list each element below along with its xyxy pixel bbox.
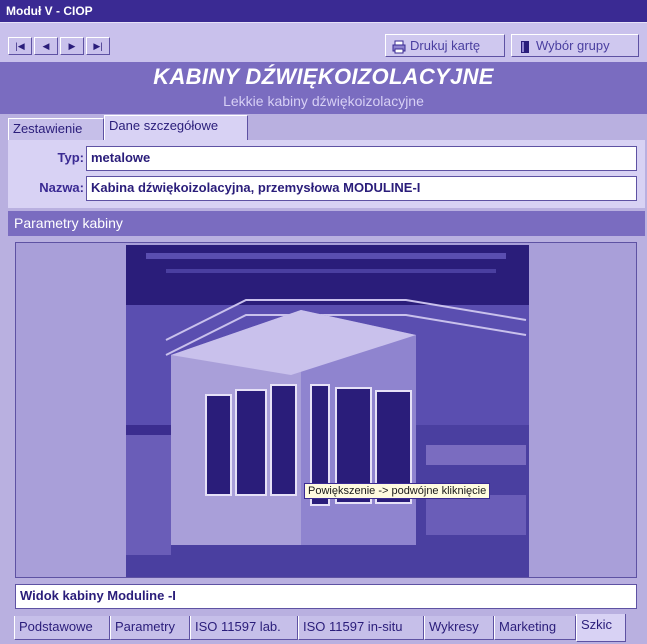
header-band: KABINY DŹWIĘKOIZOLACYJNE Lekkie kabiny d… bbox=[0, 62, 647, 114]
app-window: Moduł V - CIOP |◀ ◀ ▶ ▶| Drukuj kartę Wy… bbox=[0, 0, 647, 644]
section-header: Parametry kabiny bbox=[8, 211, 645, 236]
print-card-label: Drukuj kartę bbox=[410, 38, 481, 53]
toolbar: |◀ ◀ ▶ ▶| Drukuj kartę Wybór grupy bbox=[0, 22, 647, 62]
tab-iso-lab[interactable]: ISO 11597 lab. bbox=[190, 616, 298, 640]
bottom-tab-bar: Podstawowe Parametry ISO 11597 lab. ISO … bbox=[0, 614, 647, 644]
first-record-button[interactable]: |◀ bbox=[8, 37, 32, 55]
group-select-button[interactable]: Wybór grupy bbox=[511, 34, 639, 57]
cabin-photo[interactable] bbox=[126, 245, 529, 577]
image-caption: Widok kabiny Moduline -I bbox=[15, 584, 637, 609]
group-select-label: Wybór grupy bbox=[536, 38, 610, 53]
last-record-button[interactable]: ▶| bbox=[86, 37, 110, 55]
top-tab-bar: Zestawienie Dane szczegółowe bbox=[0, 114, 647, 140]
tab-dane-szczegolowe[interactable]: Dane szczegółowe bbox=[104, 115, 248, 140]
name-field[interactable]: Kabina dźwiękoizolacyjna, przemysłowa MO… bbox=[86, 176, 637, 201]
tab-zestawienie[interactable]: Zestawienie bbox=[8, 118, 104, 140]
details-panel: Typ: metalowe Nazwa: Kabina dźwiękoizola… bbox=[8, 140, 645, 208]
tab-podstawowe[interactable]: Podstawowe bbox=[14, 616, 110, 640]
window-title: Moduł V - CIOP bbox=[0, 0, 647, 22]
page-subtitle: Lekkie kabiny dźwiękoizolacyjne bbox=[223, 93, 424, 109]
tab-szkic[interactable]: Szkic bbox=[576, 614, 626, 642]
tab-wykresy[interactable]: Wykresy bbox=[424, 616, 494, 640]
type-field[interactable]: metalowe bbox=[86, 146, 637, 171]
zoom-tooltip: Powiększenie -> podwójne kliknięcie bbox=[304, 483, 491, 499]
type-label: Typ: bbox=[57, 150, 84, 165]
name-label: Nazwa: bbox=[39, 180, 84, 195]
printer-icon bbox=[392, 39, 406, 53]
tab-iso-in-situ[interactable]: ISO 11597 in-situ bbox=[298, 616, 424, 640]
image-frame bbox=[15, 242, 637, 578]
tab-marketing[interactable]: Marketing bbox=[494, 616, 576, 640]
print-card-button[interactable]: Drukuj kartę bbox=[385, 34, 505, 57]
next-record-button[interactable]: ▶ bbox=[60, 37, 84, 55]
page-title: KABINY DŹWIĘKOIZOLACYJNE bbox=[153, 64, 494, 89]
tab-parametry[interactable]: Parametry bbox=[110, 616, 190, 640]
book-icon bbox=[518, 39, 532, 53]
prev-record-button[interactable]: ◀ bbox=[34, 37, 58, 55]
